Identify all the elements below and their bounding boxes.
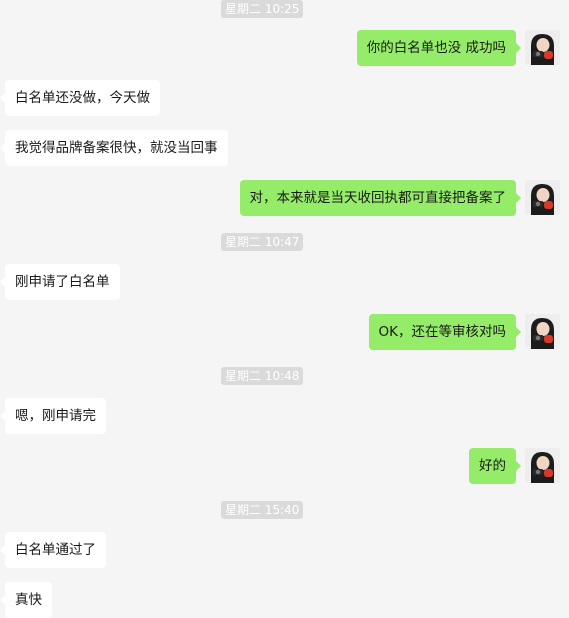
timestamp: 星期二 10:47 [221, 233, 304, 251]
received-message-bubble[interactable]: 我觉得品牌备案很快，就没当回事 [0, 130, 228, 166]
user-photo-avatar-icon [525, 180, 560, 215]
user-photo-avatar-icon [525, 448, 560, 483]
user-photo-avatar[interactable] [525, 30, 560, 65]
user-photo-avatar-icon [525, 30, 560, 65]
received-message-bubble[interactable]: 真快 [0, 582, 52, 618]
timestamp: 星期二 10:25 [221, 0, 304, 18]
sent-message-bubble[interactable]: 好的 [469, 448, 521, 484]
timestamp: 星期二 10:48 [221, 367, 304, 385]
timestamp: 星期二 15:40 [221, 501, 304, 519]
sent-message-bubble[interactable]: 你的白名单也没 成功吗 [356, 30, 522, 66]
sent-message-bubble[interactable]: 对，本来就是当天收回执都可直接把备案了 [239, 180, 521, 216]
received-message-bubble[interactable]: 白名单通过了 [0, 532, 106, 568]
received-message-bubble[interactable]: 嗯，刚申请完 [0, 398, 106, 434]
received-message-bubble[interactable]: 刚申请了白名单 [0, 264, 120, 300]
user-photo-avatar[interactable] [525, 314, 560, 349]
user-photo-avatar[interactable] [525, 448, 560, 483]
sent-message-bubble[interactable]: OK，还在等审核对吗 [368, 314, 522, 350]
user-photo-avatar-icon [525, 314, 560, 349]
received-message-bubble[interactable]: 白名单还没做，今天做 [0, 80, 160, 116]
user-photo-avatar[interactable] [525, 180, 560, 215]
chat-message-list[interactable]: 星期二 10:25 你的白名单也没 成功吗 白名单还没做，今天做 我觉得品牌备案… [0, 0, 569, 618]
